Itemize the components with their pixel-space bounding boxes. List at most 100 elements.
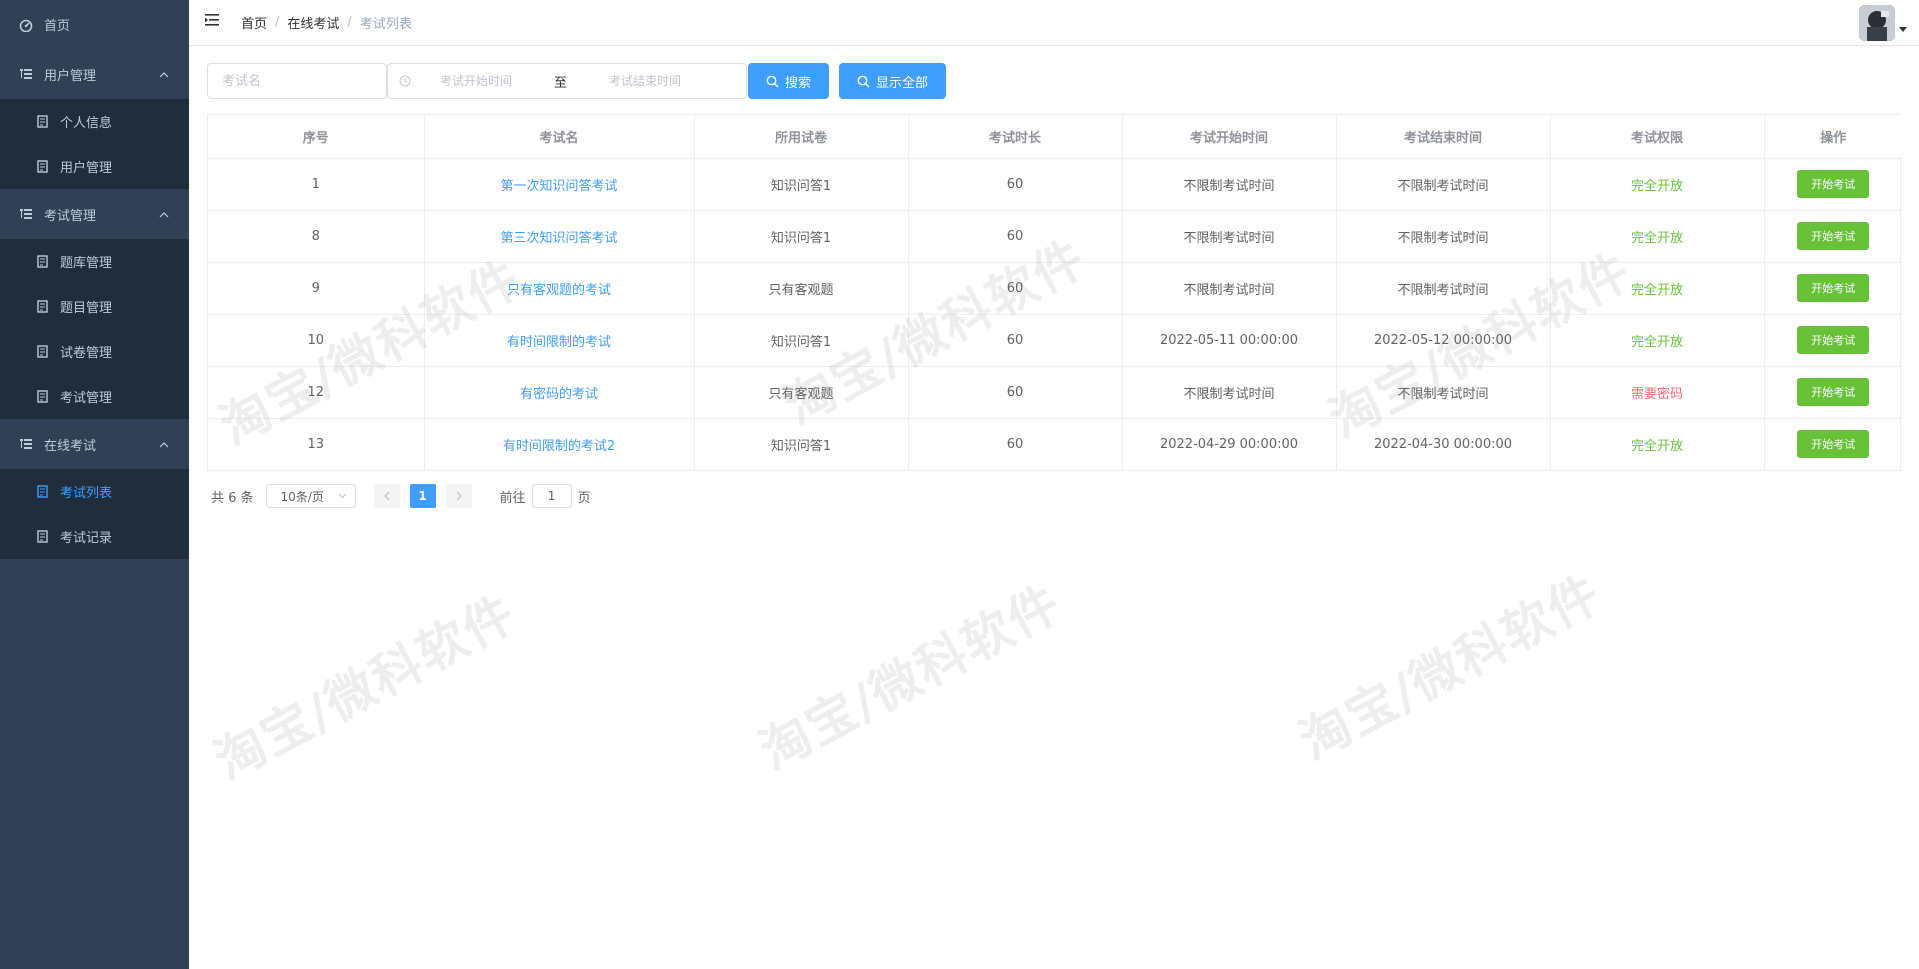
sidebar-item-paper-management[interactable]: 试卷管理 (0, 329, 189, 374)
end-time-input[interactable] (581, 74, 710, 88)
breadcrumb-separator: / (275, 15, 280, 30)
submenu-title-label: 在线考试 (44, 438, 97, 454)
start-exam-button[interactable]: 开始考试 (1797, 170, 1870, 198)
start-exam-button[interactable]: 开始考试 (1797, 326, 1870, 354)
page-size-value: 10条/页 (280, 489, 324, 504)
breadcrumb-separator: / (347, 15, 352, 30)
tree-list-icon (18, 206, 34, 222)
document-icon (36, 530, 50, 544)
cell-paper: 知识问答1 (694, 314, 909, 367)
sidebar-item-user-management[interactable]: 用户管理 (0, 144, 189, 189)
cell-end-time: 不限制考试时间 (1336, 210, 1551, 263)
exam-name-link[interactable]: 第一次知识问答考试 (500, 179, 617, 194)
page-number-button[interactable]: 1 (409, 484, 436, 508)
page-jumper: 前往 页 (500, 484, 591, 508)
submenu-list-user: 个人信息 用户管理 (0, 99, 189, 189)
breadcrumb-exam-list: 考试列表 (359, 17, 412, 32)
sidebar-item-home[interactable]: 首页 (0, 0, 189, 49)
column-header-exam-name: 考试名 (424, 115, 695, 159)
exam-name-input[interactable] (207, 63, 387, 99)
column-header-paper: 所用试卷 (694, 115, 909, 159)
column-header-duration: 考试时长 (908, 115, 1123, 159)
sidebar-item-label: 题目管理 (60, 301, 113, 316)
show-all-button[interactable]: 显示全部 (839, 63, 947, 99)
sidebar-item-exam-management[interactable]: 考试管理 (0, 374, 189, 419)
start-exam-button[interactable]: 开始考试 (1797, 222, 1870, 250)
document-icon (36, 390, 50, 404)
table-row: 13 有时间限制的考试2 知识问答1 60 2022-04-29 00:00:0… (208, 418, 1902, 470)
goto-page-input[interactable] (531, 484, 572, 508)
exam-name-link[interactable]: 有密码的考试 (520, 387, 598, 402)
avatar[interactable] (1859, 5, 1895, 41)
cell-start-time: 不限制考试时间 (1122, 366, 1337, 419)
exam-name-link[interactable]: 有时间限制的考试 (507, 335, 611, 350)
cell-start-time: 不限制考试时间 (1122, 262, 1337, 315)
dashboard-icon (18, 17, 34, 33)
cell-index: 8 (208, 210, 425, 263)
cell-end-time: 不限制考试时间 (1336, 262, 1551, 315)
search-icon (857, 75, 870, 88)
sidebar-item-question-bank[interactable]: 题库管理 (0, 239, 189, 284)
table-row: 9 只有客观题的考试 只有客观题 60 不限制考试时间 不限制考试时间 完全开放… (208, 262, 1902, 315)
cell-permission: 需要密码 (1550, 366, 1765, 419)
page-size-select[interactable]: 10条/页 (265, 484, 356, 508)
pagination-total: 共 6 条 (211, 490, 254, 506)
user-menu[interactable] (1859, 5, 1907, 41)
table-row: 1 第一次知识问答考试 知识问答1 60 不限制考试时间 不限制考试时间 完全开… (208, 158, 1902, 211)
search-button[interactable]: 搜索 (748, 63, 830, 99)
cell-duration: 60 (908, 314, 1123, 367)
column-header-end-time: 考试结束时间 (1336, 115, 1551, 159)
start-exam-button[interactable]: 开始考试 (1797, 274, 1870, 302)
cell-permission: 完全开放 (1550, 158, 1765, 211)
submenu-title-label: 考试管理 (44, 208, 97, 224)
cell-duration: 60 (908, 158, 1123, 211)
sidebar-item-label: 试卷管理 (60, 346, 113, 361)
submenu-user-management[interactable]: 用户管理 (0, 49, 189, 99)
chevron-right-icon (456, 491, 462, 501)
breadcrumb-online-exam[interactable]: 在线考试 (287, 13, 339, 32)
exam-name-link[interactable]: 有时间限制的考试2 (503, 439, 615, 454)
cell-paper: 只有客观题 (694, 262, 909, 315)
sidebar-item-label: 考试管理 (60, 391, 113, 406)
exam-name-link[interactable]: 第三次知识问答考试 (500, 231, 617, 246)
document-icon (36, 115, 50, 129)
sidebar-item-exam-records[interactable]: 考试记录 (0, 514, 189, 559)
submenu-exam-management[interactable]: 考试管理 (0, 189, 189, 239)
start-time-input[interactable] (412, 74, 540, 88)
submenu-online-exam[interactable]: 在线考试 (0, 419, 189, 469)
goto-suffix: 页 (577, 490, 591, 506)
date-range-picker[interactable]: 至 (387, 63, 747, 99)
cell-index: 13 (208, 418, 425, 470)
hamburger-icon[interactable] (205, 13, 223, 29)
main-content: 至 搜索 显示全部 序号 考试名 (189, 47, 1919, 969)
chevron-up-icon (159, 69, 169, 79)
cell-permission: 完全开放 (1550, 418, 1765, 470)
sidebar-item-profile[interactable]: 个人信息 (0, 99, 189, 144)
prev-page-button[interactable] (373, 484, 400, 508)
breadcrumb-home[interactable]: 首页 (241, 13, 267, 32)
start-exam-button[interactable]: 开始考试 (1797, 378, 1870, 406)
document-icon (36, 255, 50, 269)
clock-icon (398, 74, 412, 88)
chevron-left-icon (383, 491, 390, 501)
document-icon (36, 160, 50, 174)
sidebar-item-exam-list[interactable]: 考试列表 (0, 469, 189, 514)
top-navbar: 首页 / 在线考试 / 考试列表 (189, 0, 1919, 46)
cell-end-time: 不限制考试时间 (1336, 158, 1551, 211)
cell-start-time: 不限制考试时间 (1122, 158, 1337, 211)
next-page-button[interactable] (445, 484, 472, 508)
cell-paper: 知识问答1 (694, 158, 909, 211)
breadcrumb: 首页 / 在线考试 / 考试列表 (241, 13, 412, 32)
cell-index: 10 (208, 314, 425, 367)
column-header-action: 操作 (1764, 115, 1902, 159)
start-exam-button[interactable]: 开始考试 (1797, 430, 1870, 459)
exam-name-link[interactable]: 只有客观题的考试 (507, 283, 611, 298)
sidebar-item-question-management[interactable]: 题目管理 (0, 284, 189, 329)
sidebar-item-label: 考试记录 (60, 531, 113, 546)
column-header-permission: 考试权限 (1550, 115, 1765, 159)
cell-start-time: 2022-04-29 00:00:00 (1122, 418, 1337, 470)
cell-permission: 完全开放 (1550, 262, 1765, 315)
cell-start-time: 不限制考试时间 (1122, 210, 1337, 263)
cell-paper: 只有客观题 (694, 366, 909, 419)
cell-start-time: 2022-05-11 00:00:00 (1122, 314, 1337, 367)
